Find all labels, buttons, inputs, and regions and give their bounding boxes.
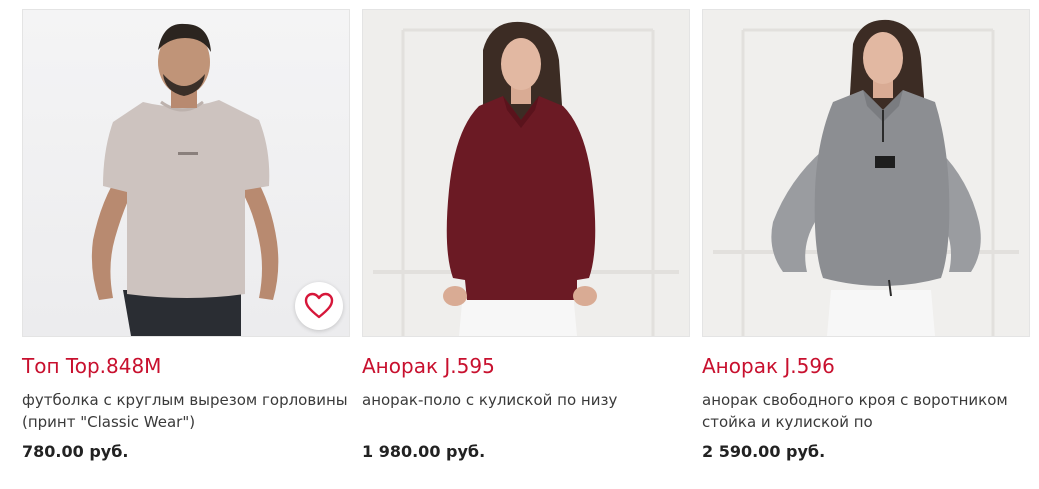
product-price: 1 980.00 руб. [362, 442, 486, 461]
product-price: 2 590.00 руб. [702, 442, 826, 461]
product-description: анорак свободного кроя с воротником стой… [702, 391, 1008, 431]
favorite-button[interactable] [295, 282, 343, 330]
product-image[interactable] [362, 9, 690, 337]
product-description: анорак-поло с кулиской по низу [362, 391, 618, 409]
product-image[interactable] [22, 9, 350, 337]
heart-icon [304, 292, 334, 319]
product-title[interactable]: Топ Top.848M [22, 353, 350, 379]
product-card[interactable]: Топ Top.848M футболка с круглым вырезом … [22, 9, 350, 461]
product-image[interactable] [702, 9, 1030, 337]
product-title[interactable]: Анорак J.596 [702, 353, 1030, 379]
product-price: 780.00 руб. [22, 442, 129, 461]
product-title[interactable]: Анорак J.595 [362, 353, 690, 379]
product-card[interactable]: Анорак J.596 анорак свободного кроя с во… [702, 9, 1030, 461]
product-description: футболка с круглым вырезом горловины (пр… [22, 391, 348, 431]
product-card[interactable]: Анорак J.595 анорак-поло с кулиской по н… [362, 9, 690, 461]
